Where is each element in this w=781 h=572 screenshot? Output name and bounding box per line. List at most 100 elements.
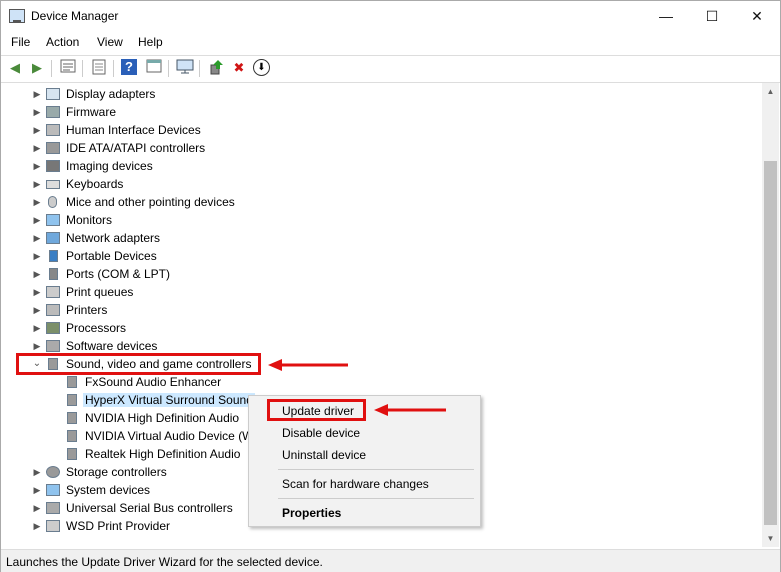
- window-title: Device Manager: [31, 9, 119, 23]
- close-button[interactable]: ✕: [734, 1, 780, 31]
- tree-item-ide-controllers[interactable]: ▶ IDE ATA/ATAPI controllers: [3, 140, 603, 158]
- chip-icon: [46, 106, 60, 118]
- tree-item-label: Mice and other pointing devices: [66, 195, 235, 209]
- network-icon: [46, 232, 60, 244]
- menu-action[interactable]: Action: [46, 35, 79, 49]
- chevron-right-icon[interactable]: ▶: [31, 177, 43, 191]
- portable-device-icon: [49, 250, 58, 262]
- tree-item-monitors[interactable]: ▶ Monitors: [3, 212, 603, 230]
- port-icon: [49, 268, 58, 280]
- toolbar-separator: [51, 60, 52, 77]
- scroll-up-arrow-icon[interactable]: ▲: [762, 83, 779, 100]
- chevron-right-icon[interactable]: ▶: [31, 213, 43, 227]
- chevron-right-icon[interactable]: ▶: [31, 501, 43, 515]
- chevron-right-icon[interactable]: ▶: [31, 231, 43, 245]
- chevron-right-icon[interactable]: ▶: [31, 105, 43, 119]
- tree-item-label: WSD Print Provider: [66, 519, 171, 533]
- vertical-scrollbar[interactable]: ▲ ▼: [762, 83, 779, 547]
- download-icon[interactable]: ⬇: [253, 59, 270, 76]
- tree-item-firmware[interactable]: ▶ Firmware: [3, 104, 603, 122]
- usb-icon: [46, 502, 60, 514]
- ctx-uninstall-device[interactable]: Uninstall device: [282, 448, 366, 462]
- tree-item-print-queues[interactable]: ▶ Print queues: [3, 284, 603, 302]
- document-icon[interactable]: [90, 59, 108, 77]
- toolbar-separator: [168, 60, 169, 77]
- tree-item-keyboards[interactable]: ▶ Keyboards: [3, 176, 603, 194]
- chevron-right-icon[interactable]: ▶: [31, 87, 43, 101]
- properties-icon[interactable]: [59, 59, 77, 77]
- tree-item-portable-devices[interactable]: ▶ Portable Devices: [3, 248, 603, 266]
- menu-help[interactable]: Help: [138, 35, 163, 49]
- tree-item-imaging-devices[interactable]: ▶ Imaging devices: [3, 158, 603, 176]
- scroll-thumb[interactable]: [764, 161, 777, 525]
- toolbar-separator: [113, 60, 114, 77]
- ide-icon: [46, 142, 60, 154]
- ctx-properties[interactable]: Properties: [282, 506, 341, 520]
- ctx-separator: [278, 469, 474, 470]
- maximize-button[interactable]: ☐: [689, 1, 735, 31]
- mouse-icon: [48, 196, 57, 208]
- chevron-right-icon[interactable]: ▶: [31, 321, 43, 335]
- tree-item-fxsound[interactable]: FxSound Audio Enhancer: [3, 374, 603, 392]
- back-arrow-icon[interactable]: ◀: [6, 59, 24, 77]
- menu-view[interactable]: View: [97, 35, 123, 49]
- update-driver-icon[interactable]: [207, 59, 225, 77]
- menu-file[interactable]: File: [11, 35, 30, 49]
- ctx-scan-hardware[interactable]: Scan for hardware changes: [282, 477, 429, 491]
- chevron-right-icon[interactable]: ▶: [31, 519, 43, 533]
- tree-item-label: Keyboards: [66, 177, 124, 191]
- tree-item-printers[interactable]: ▶ Printers: [3, 302, 603, 320]
- tree-item-label: Monitors: [66, 213, 113, 227]
- ctx-separator: [278, 498, 474, 499]
- tree-item-label: Print queues: [66, 285, 134, 299]
- tree-item-label: IDE ATA/ATAPI controllers: [66, 141, 206, 155]
- monitor-icon: [46, 88, 60, 100]
- keyboard-icon: [46, 180, 60, 189]
- forward-arrow-icon[interactable]: ▶: [28, 59, 46, 77]
- tree-item-network-adapters[interactable]: ▶ Network adapters: [3, 230, 603, 248]
- ctx-disable-device[interactable]: Disable device: [282, 426, 360, 440]
- scroll-down-arrow-icon[interactable]: ▼: [762, 530, 779, 547]
- title-bar: Device Manager — ☐ ✕: [1, 1, 780, 31]
- tree-item-label: Display adapters: [66, 87, 156, 101]
- red-arrow-icon: [374, 404, 446, 416]
- device-manager-icon: [9, 9, 25, 23]
- menu-bar: File Action View Help: [1, 31, 780, 53]
- tree-item-label-selected: HyperX Virtual Surround Sound: [83, 393, 255, 407]
- uninstall-x-icon[interactable]: ✖: [230, 59, 248, 77]
- tree-item-display-adapters[interactable]: ▶ Display adapters: [3, 86, 603, 104]
- chevron-right-icon[interactable]: ▶: [31, 159, 43, 173]
- printer-icon: [46, 286, 60, 298]
- highlight-box-update-driver: [267, 399, 366, 421]
- chevron-right-icon[interactable]: ▶: [31, 465, 43, 479]
- tree-item-processors[interactable]: ▶ Processors: [3, 320, 603, 338]
- chevron-right-icon[interactable]: ▶: [31, 195, 43, 209]
- tree-item-label: Realtek High Definition Audio: [85, 447, 241, 461]
- printer-icon: [46, 304, 60, 316]
- tree-item-label: Firmware: [66, 105, 116, 119]
- camera-icon: [46, 160, 60, 172]
- minimize-button[interactable]: —: [643, 1, 689, 31]
- tree-item-label: FxSound Audio Enhancer: [85, 375, 222, 389]
- speaker-icon: [67, 376, 77, 388]
- chevron-right-icon[interactable]: ▶: [31, 267, 43, 281]
- tree-item-ports[interactable]: ▶ Ports (COM & LPT): [3, 266, 603, 284]
- speaker-icon: [67, 448, 77, 460]
- view-icon[interactable]: [145, 59, 163, 77]
- hid-icon: [46, 124, 60, 136]
- chevron-right-icon[interactable]: ▶: [31, 483, 43, 497]
- chevron-right-icon[interactable]: ▶: [31, 339, 43, 353]
- chevron-right-icon[interactable]: ▶: [31, 141, 43, 155]
- tree-item-label: Universal Serial Bus controllers: [66, 501, 233, 515]
- chevron-right-icon[interactable]: ▶: [31, 303, 43, 317]
- tree-item-mice[interactable]: ▶ Mice and other pointing devices: [3, 194, 603, 212]
- help-icon[interactable]: ?: [121, 59, 137, 75]
- chevron-right-icon[interactable]: ▶: [31, 285, 43, 299]
- tree-item-human-interface-devices[interactable]: ▶ Human Interface Devices: [3, 122, 603, 140]
- monitor-scan-icon[interactable]: [176, 59, 194, 77]
- chevron-right-icon[interactable]: ▶: [31, 123, 43, 137]
- chevron-right-icon[interactable]: ▶: [31, 249, 43, 263]
- tree-item-label: Ports (COM & LPT): [66, 267, 171, 281]
- highlight-box-sound-category: [16, 353, 261, 375]
- tree-item-label: Software devices: [66, 339, 158, 353]
